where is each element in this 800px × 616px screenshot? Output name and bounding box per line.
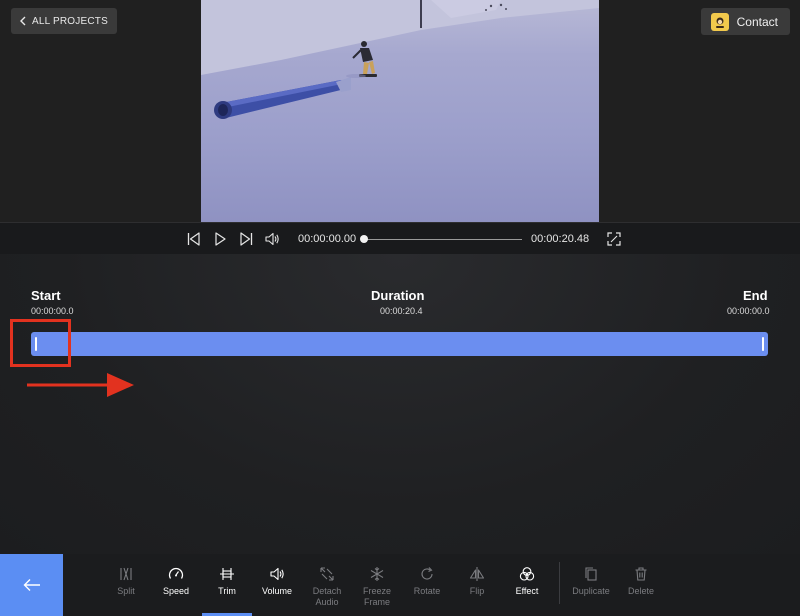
contact-label: Contact [736,14,778,29]
split-tool[interactable]: Split [101,566,151,597]
volume-icon[interactable] [264,231,280,247]
split-label: Split [117,586,135,596]
seek-track[interactable] [364,239,522,240]
delete-icon [635,567,647,581]
end-time: 00:00:00.0 [727,306,770,316]
volume-tool-icon [270,567,284,581]
trim-end-handle[interactable] [762,337,764,351]
start-label: Start [31,288,61,303]
volume-tool[interactable]: Volume [252,566,302,597]
toolbar-divider [559,562,560,604]
current-time: 00:00:00.00 [298,233,357,245]
duration-label: Duration [371,288,425,303]
arrow-right-annotation [27,373,134,397]
detach-audio-label: Detach Audio [312,586,342,607]
trim-tool[interactable]: Trim [202,566,252,597]
trim-icon [220,568,234,580]
player-controls: 00:00:00.00 00:00:20.48 [0,222,800,254]
duration-time: 00:00:20.4 [380,306,423,316]
rotate-tool[interactable]: Rotate [402,566,452,597]
start-time: 00:00:00.0 [31,306,74,316]
seek-handle[interactable] [360,235,368,243]
volume-label: Volume [261,586,293,596]
speed-tool[interactable]: Speed [151,566,201,597]
total-time: 00:00:20.48 [531,233,590,245]
end-label: End [743,288,768,303]
delete-tool[interactable]: Delete [616,566,666,597]
flip-label: Flip [469,586,485,596]
speed-icon [168,567,184,579]
fullscreen-icon[interactable] [606,231,622,247]
speed-label: Speed [162,586,190,596]
detach-audio-icon [320,567,334,581]
duplicate-tool[interactable]: Duplicate [566,566,616,597]
support-avatar-icon [710,12,729,31]
all-projects-button[interactable]: ALL PROJECTS [11,8,117,34]
play-icon[interactable] [212,231,228,247]
effect-tool[interactable]: Effect [502,566,552,597]
flip-icon [469,567,485,581]
chevron-left-icon [20,16,26,26]
trim-editor: Start 00:00:00.0 Duration 00:00:20.4 End… [0,254,800,554]
delete-label: Delete [627,586,654,596]
rotate-icon [421,567,433,580]
skip-back-icon[interactable] [186,231,202,247]
video-preview [201,0,599,222]
flip-tool[interactable]: Flip [452,566,502,597]
contact-button[interactable]: Contact [700,8,790,35]
detach-audio-tool[interactable]: Detach Audio [302,566,352,608]
duplicate-label: Duplicate [572,586,610,596]
arrow-left-icon [23,579,40,591]
preview-area: ALL PROJECTS Contact [0,0,800,222]
freeze-frame-tool[interactable]: Freeze Frame [352,566,402,608]
trim-range-bar[interactable] [31,332,768,356]
split-icon [120,567,132,581]
duplicate-icon [585,567,597,581]
freeze-frame-icon [370,567,384,581]
trim-label: Trim [218,586,236,596]
all-projects-label: ALL PROJECTS [32,15,108,27]
effect-icon [519,567,535,581]
back-button[interactable] [0,554,63,616]
effect-label: Effect [515,586,539,596]
rotate-label: Rotate [413,586,441,596]
freeze-frame-label: Freeze Frame [362,586,391,607]
skip-forward-icon[interactable] [238,231,254,247]
edit-toolbar: Split Speed Trim Volume Detach Audio Free… [0,554,800,616]
video-frame-image [201,0,599,119]
highlight-annotation [10,319,71,367]
